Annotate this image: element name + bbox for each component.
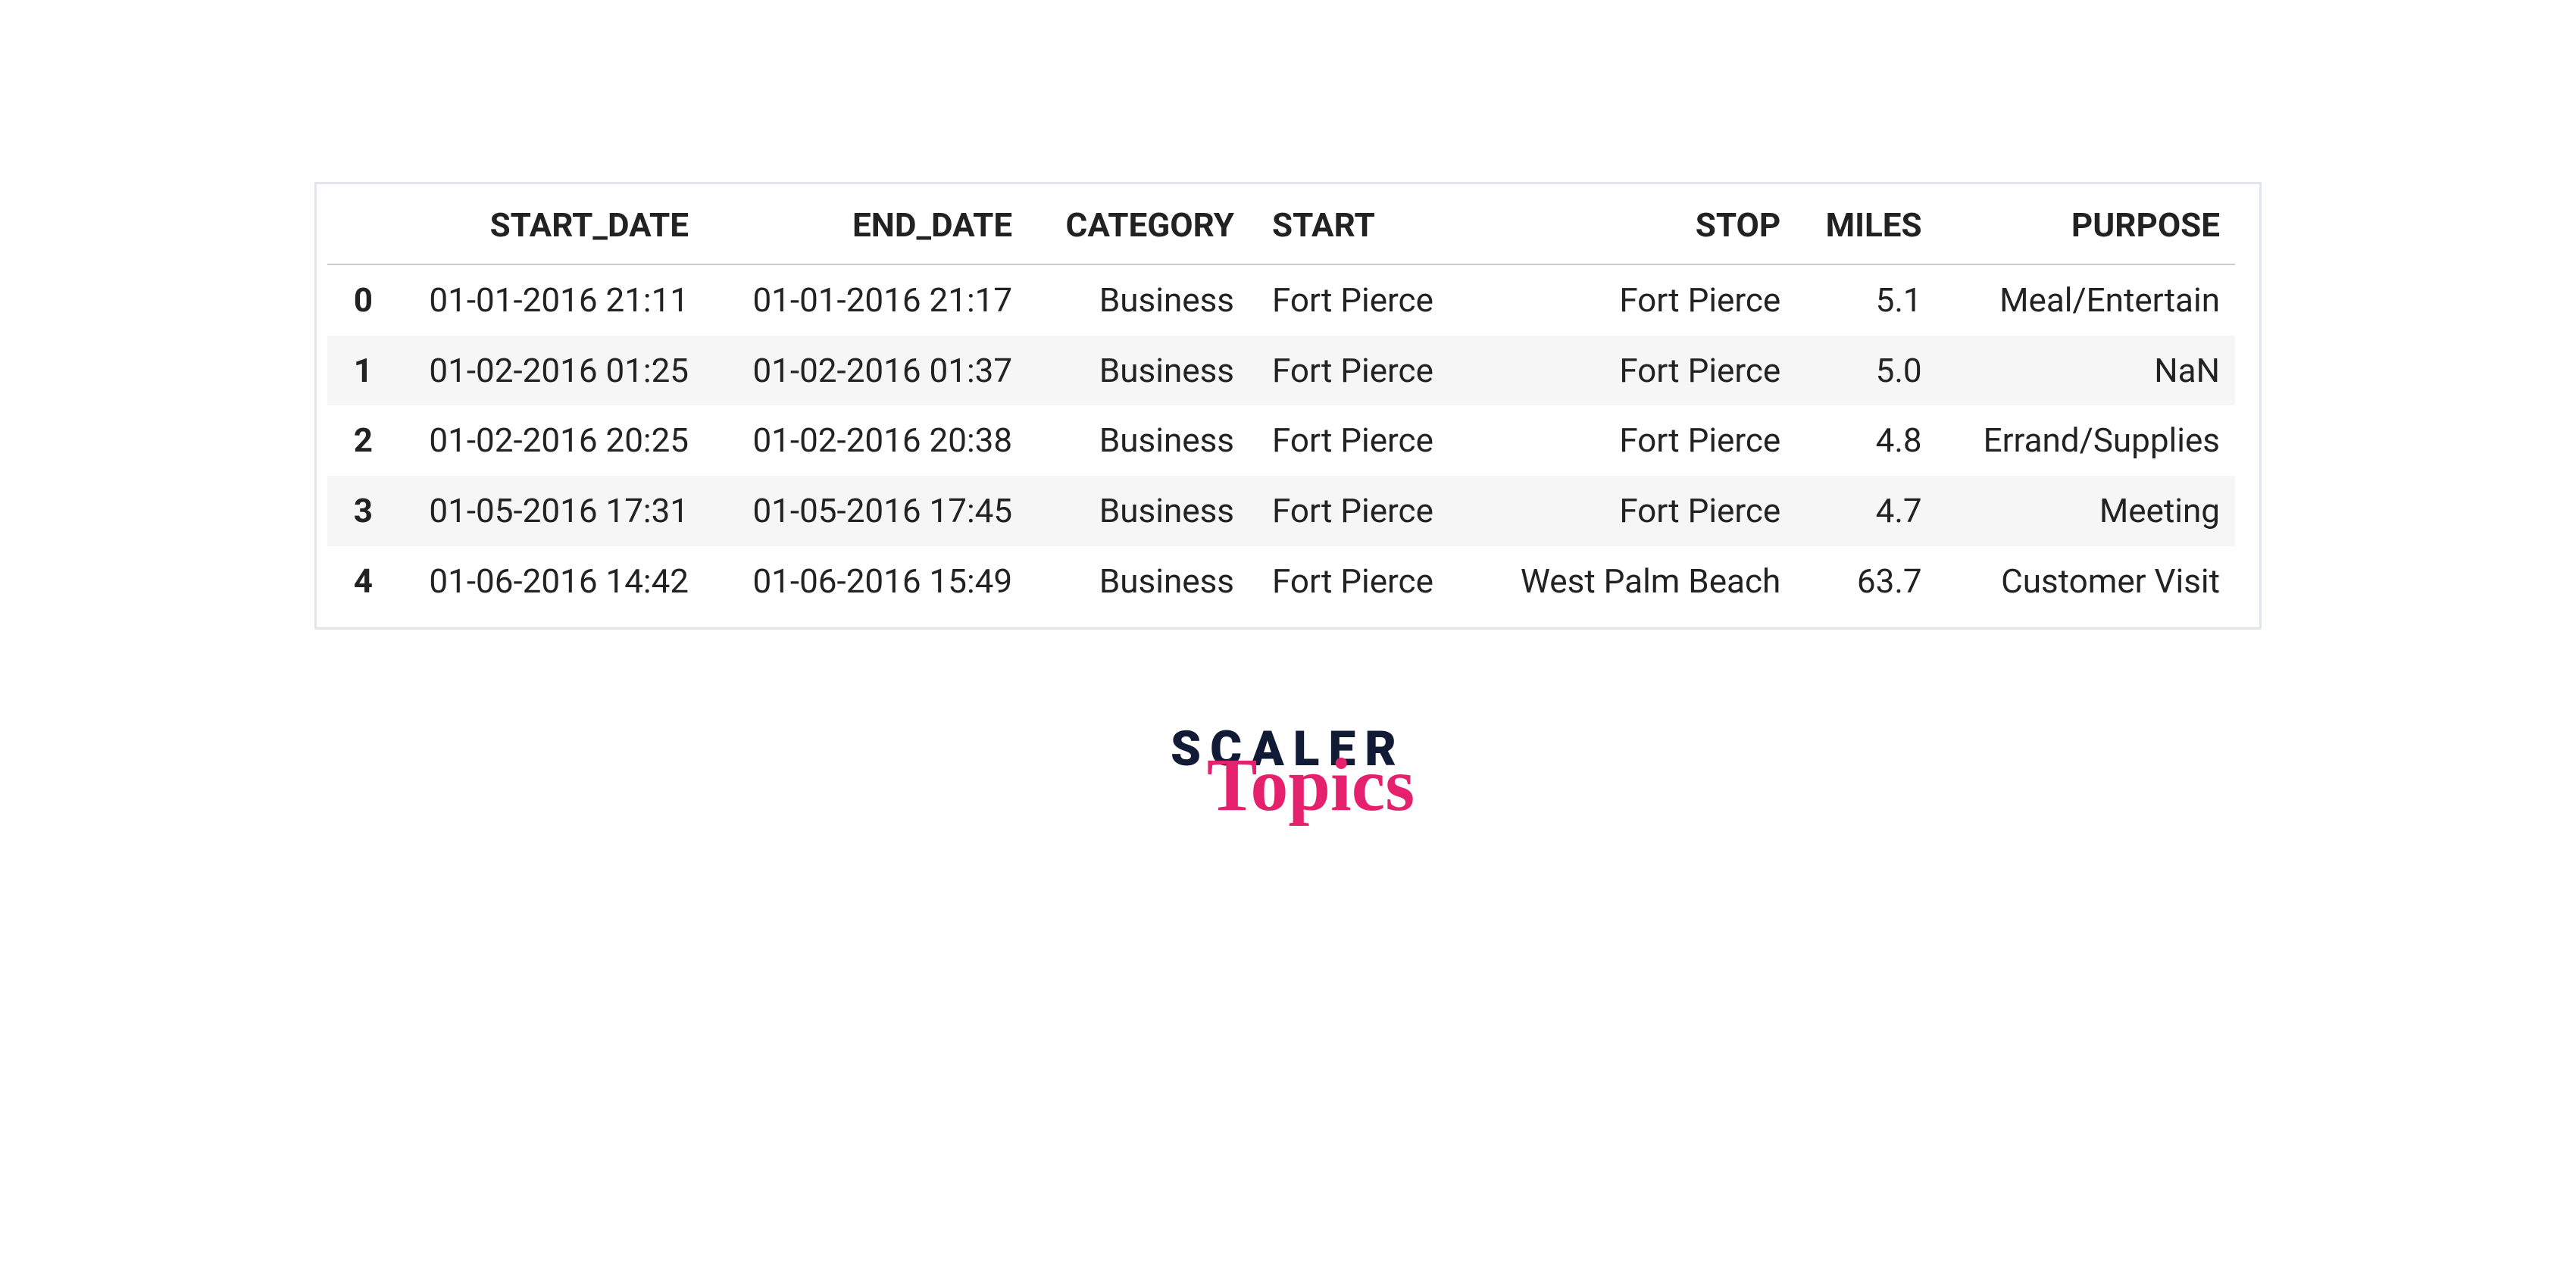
cell-category: Business [1027, 264, 1249, 336]
cell-miles: 5.0 [1796, 336, 1937, 406]
col-index [327, 195, 380, 264]
cell-start: Fort Pierce [1249, 264, 1471, 336]
cell-start: Fort Pierce [1249, 336, 1471, 406]
cell-index: 0 [327, 264, 380, 336]
dataframe-table: START_DATE END_DATE CATEGORY START STOP … [327, 195, 2235, 617]
cell-start: Fort Pierce [1249, 405, 1471, 476]
cell-purpose: Customer Visit [1937, 546, 2235, 617]
cell-index: 1 [327, 336, 380, 406]
col-miles: MILES [1796, 195, 1937, 264]
cell-stop: Fort Pierce [1471, 405, 1796, 476]
cell-end-date: 01-02-2016 20:38 [704, 405, 1027, 476]
cell-end-date: 01-01-2016 21:17 [704, 264, 1027, 336]
cell-miles: 4.8 [1796, 405, 1937, 476]
cell-stop: Fort Pierce [1471, 476, 1796, 546]
col-stop: STOP [1471, 195, 1796, 264]
cell-purpose: NaN [1937, 336, 2235, 406]
cell-index: 2 [327, 405, 380, 476]
cell-miles: 5.1 [1796, 264, 1937, 336]
table-row: 1 01-02-2016 01:25 01-02-2016 01:37 Busi… [327, 336, 2235, 406]
cell-purpose: Meal/Entertain [1937, 264, 2235, 336]
cell-category: Business [1027, 546, 1249, 617]
cell-category: Business [1027, 405, 1249, 476]
cell-start-date: 01-06-2016 14:42 [380, 546, 704, 617]
col-category: CATEGORY [1027, 195, 1249, 264]
table-row: 2 01-02-2016 20:25 01-02-2016 20:38 Busi… [327, 405, 2235, 476]
cell-stop: Fort Pierce [1471, 264, 1796, 336]
page: START_DATE END_DATE CATEGORY START STOP … [0, 0, 2576, 1288]
logo-container: SCALER Topics [0, 721, 2576, 815]
table-row: 3 01-05-2016 17:31 01-05-2016 17:45 Busi… [327, 476, 2235, 546]
scaler-topics-logo: SCALER Topics [1161, 721, 1415, 815]
table-row: 4 01-06-2016 14:42 01-06-2016 15:49 Busi… [327, 546, 2235, 617]
cell-category: Business [1027, 336, 1249, 406]
cell-stop: West Palm Beach [1471, 546, 1796, 617]
col-end-date: END_DATE [704, 195, 1027, 264]
table-row: 0 01-01-2016 21:11 01-01-2016 21:17 Busi… [327, 264, 2235, 336]
col-start-date: START_DATE [380, 195, 704, 264]
dataframe-frame: START_DATE END_DATE CATEGORY START STOP … [314, 182, 2262, 630]
cell-start-date: 01-05-2016 17:31 [380, 476, 704, 546]
cell-purpose: Meeting [1937, 476, 2235, 546]
cell-miles: 4.7 [1796, 476, 1937, 546]
table-header-row: START_DATE END_DATE CATEGORY START STOP … [327, 195, 2235, 264]
cell-end-date: 01-06-2016 15:49 [704, 546, 1027, 617]
cell-start-date: 01-02-2016 20:25 [380, 405, 704, 476]
cell-category: Business [1027, 476, 1249, 546]
cell-start-date: 01-02-2016 01:25 [380, 336, 704, 406]
col-purpose: PURPOSE [1937, 195, 2235, 264]
cell-end-date: 01-05-2016 17:45 [704, 476, 1027, 546]
cell-end-date: 01-02-2016 01:37 [704, 336, 1027, 406]
col-start: START [1249, 195, 1471, 264]
table-head: START_DATE END_DATE CATEGORY START STOP … [327, 195, 2235, 264]
cell-index: 4 [327, 546, 380, 617]
cell-start: Fort Pierce [1249, 546, 1471, 617]
cell-purpose: Errand/Supplies [1937, 405, 2235, 476]
cell-index: 3 [327, 476, 380, 546]
table-body: 0 01-01-2016 21:11 01-01-2016 21:17 Busi… [327, 264, 2235, 617]
logo-text-topics: Topics [1207, 755, 1415, 815]
cell-stop: Fort Pierce [1471, 336, 1796, 406]
cell-start: Fort Pierce [1249, 476, 1471, 546]
cell-miles: 63.7 [1796, 546, 1937, 617]
cell-start-date: 01-01-2016 21:11 [380, 264, 704, 336]
